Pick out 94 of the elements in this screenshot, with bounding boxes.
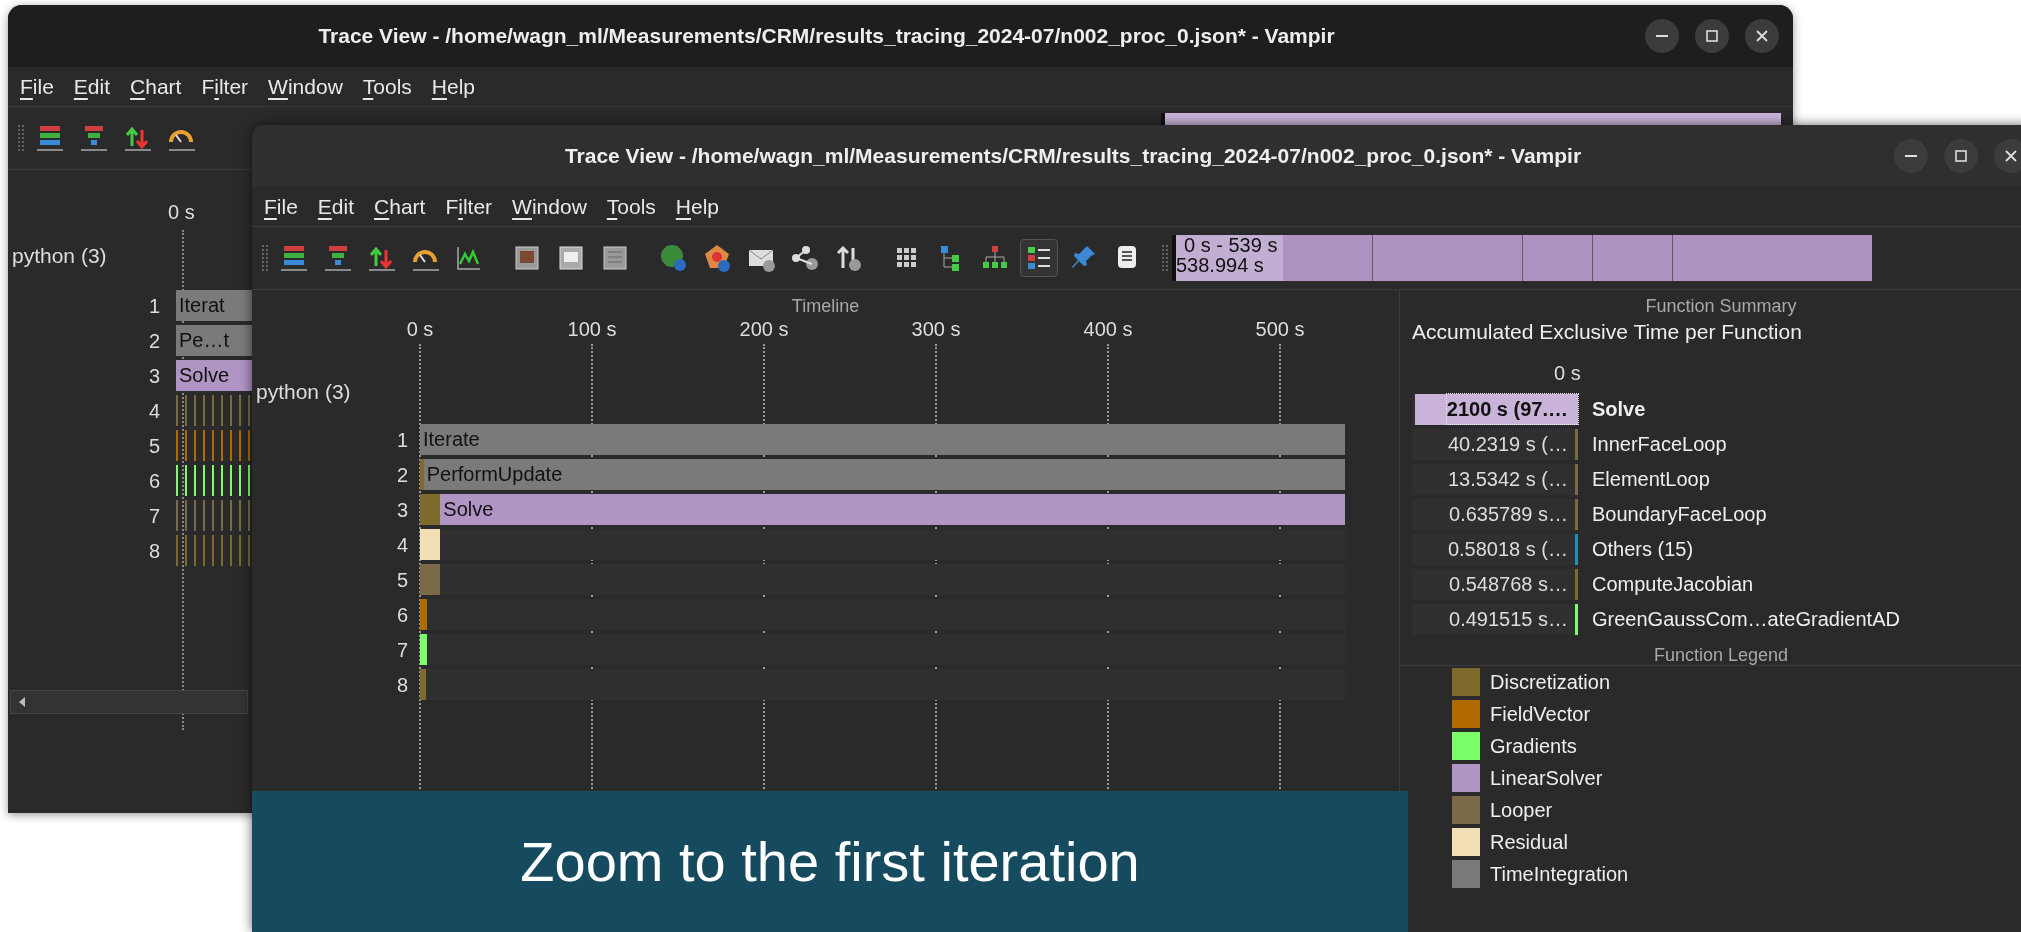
axis-tick: 100 s	[567, 317, 617, 342]
function-name: Solve	[1591, 397, 1646, 422]
summary-row[interactable]: 0.548768 s… ComputeJacobian	[1400, 566, 2021, 602]
axis-tick: 400 s	[1083, 317, 1133, 342]
menu-item[interactable]: Chart	[130, 70, 182, 103]
summary-row[interactable]: 2100 s (97.… Solve	[1400, 391, 2021, 427]
maximize-button[interactable]	[1695, 19, 1729, 53]
row-number: 6	[147, 468, 161, 494]
legend-label: Gradients	[1490, 734, 1577, 759]
legend-label: Residual	[1490, 830, 1568, 855]
process-label: python (3)	[256, 379, 351, 405]
row-number: 8	[395, 672, 409, 698]
function-name: ComputeJacobian	[1591, 572, 1754, 597]
row-number: 2	[147, 328, 161, 354]
minimize-button[interactable]	[1894, 139, 1928, 173]
axis-tick: 0 s	[406, 317, 434, 342]
menu-item[interactable]: Window	[512, 190, 587, 223]
row-number: 3	[395, 497, 409, 523]
process-label: python (3)	[12, 243, 107, 269]
summary-row[interactable]: 0.58018 s (… Others (15)	[1400, 531, 2021, 567]
function-name: InnerFaceLoop	[1591, 432, 1727, 457]
row-number: 8	[147, 538, 161, 564]
close-button[interactable]	[1994, 139, 2021, 173]
function-name: BoundaryFaceLoop	[1591, 502, 1767, 527]
menu-item[interactable]: File	[264, 190, 298, 223]
menu-item[interactable]: Window	[268, 70, 343, 103]
close-icon	[1756, 30, 1768, 42]
summary-row[interactable]: 0.491515 s… GreenGaussCom…ateGradientAD	[1400, 601, 2021, 637]
menu-item[interactable]: Edit	[317, 190, 355, 223]
axis-label: 0 s	[1553, 360, 1582, 386]
maximize-button[interactable]	[1944, 139, 1978, 173]
time-value: 0.58018 s (…	[1447, 537, 1569, 562]
menu-item[interactable]: Edit	[73, 70, 111, 103]
axis-tick: 500 s	[1255, 317, 1305, 342]
axis-tick: 200 s	[739, 317, 789, 342]
time-value: 40.2319 s (…	[1447, 432, 1569, 457]
menu-item[interactable]: Help	[431, 70, 476, 103]
row-number: 2	[395, 462, 409, 488]
row-number: 1	[395, 427, 409, 453]
legend-label: FieldVector	[1490, 702, 1591, 727]
legend-label: TimeIntegration	[1490, 862, 1629, 887]
menu-item[interactable]: Tools	[362, 70, 412, 103]
row-number: 1	[147, 293, 161, 319]
function-bar: Iterate	[420, 424, 1345, 455]
time-value: 2100 s (97.…	[1446, 394, 1578, 424]
function-name: GreenGaussCom…ateGradientAD	[1591, 607, 1900, 632]
panel-title: Function Summary	[1645, 296, 1797, 316]
panel-title: Timeline	[791, 296, 860, 316]
legend-label: Discretization	[1490, 670, 1611, 695]
menu-item[interactable]: Filter	[201, 70, 249, 103]
row-number: 4	[395, 532, 409, 558]
caption-text: Zoom to the first iteration	[520, 828, 1140, 895]
panel-title: Function Legend	[1653, 644, 1789, 665]
duration-text: 538.994 s	[1176, 255, 1265, 275]
window-title: Trace View - /home/wagn_ml/Measurements/CRM/results_tracing_2024-07/n002_proc_0.json* - Vampir	[564, 143, 1582, 170]
axis-tick: 300 s	[911, 317, 961, 342]
window-title: Trace View - /home/wagn_ml/Measurements/CRM/results_tracing_2024-07/n002_proc_0.json* - Vampir	[318, 23, 1335, 50]
time-value: 0.635789 s…	[1449, 502, 1569, 527]
close-icon	[2005, 150, 2017, 162]
function-bar: Solve	[440, 494, 1345, 525]
summary-row[interactable]: 0.635789 s… BoundaryFaceLoop	[1400, 496, 2021, 532]
axis-label: 0 s	[168, 200, 195, 225]
row-number: 6	[395, 602, 409, 628]
minimize-button[interactable]	[1645, 19, 1679, 53]
menu-item[interactable]: Chart	[374, 190, 426, 223]
legend-list-icon[interactable]	[1020, 239, 1058, 277]
time-value: 13.5342 s (…	[1447, 467, 1569, 492]
chart-heading: Accumulated Exclusive Time per Function	[1411, 319, 1803, 345]
scroll-left-icon	[17, 696, 27, 708]
summary-row[interactable]: 40.2319 s (… InnerFaceLoop	[1400, 426, 2021, 462]
row-number: 7	[395, 637, 409, 663]
maximize-icon	[1706, 30, 1718, 42]
close-button[interactable]	[1745, 19, 1779, 53]
function-bar: PerformUpdate	[423, 459, 1345, 490]
legend-label: LinearSolver	[1490, 766, 1603, 791]
row-number: 7	[147, 503, 161, 529]
menu-item[interactable]: Help	[675, 190, 720, 223]
summary-row[interactable]: 13.5342 s (… ElementLoop	[1400, 461, 2021, 497]
menu-item[interactable]: Filter	[445, 190, 493, 223]
row-number: 4	[147, 398, 161, 424]
time-value: 0.491515 s…	[1449, 607, 1569, 632]
legend-label: Looper	[1490, 798, 1553, 823]
time-value: 0.548768 s…	[1449, 572, 1569, 597]
time-range-text: 0 s - 539 s	[1183, 235, 1278, 255]
menu-item[interactable]: Tools	[606, 190, 656, 223]
row-number: 5	[147, 433, 161, 459]
menu-item[interactable]: File	[20, 70, 54, 103]
function-name: ElementLoop	[1591, 467, 1710, 492]
minimize-icon	[1905, 155, 1917, 157]
row-number: 3	[147, 363, 161, 389]
row-number: 5	[395, 567, 409, 593]
function-name: Others (15)	[1591, 537, 1694, 562]
minimize-icon	[1656, 35, 1668, 37]
maximize-icon	[1955, 150, 1967, 162]
